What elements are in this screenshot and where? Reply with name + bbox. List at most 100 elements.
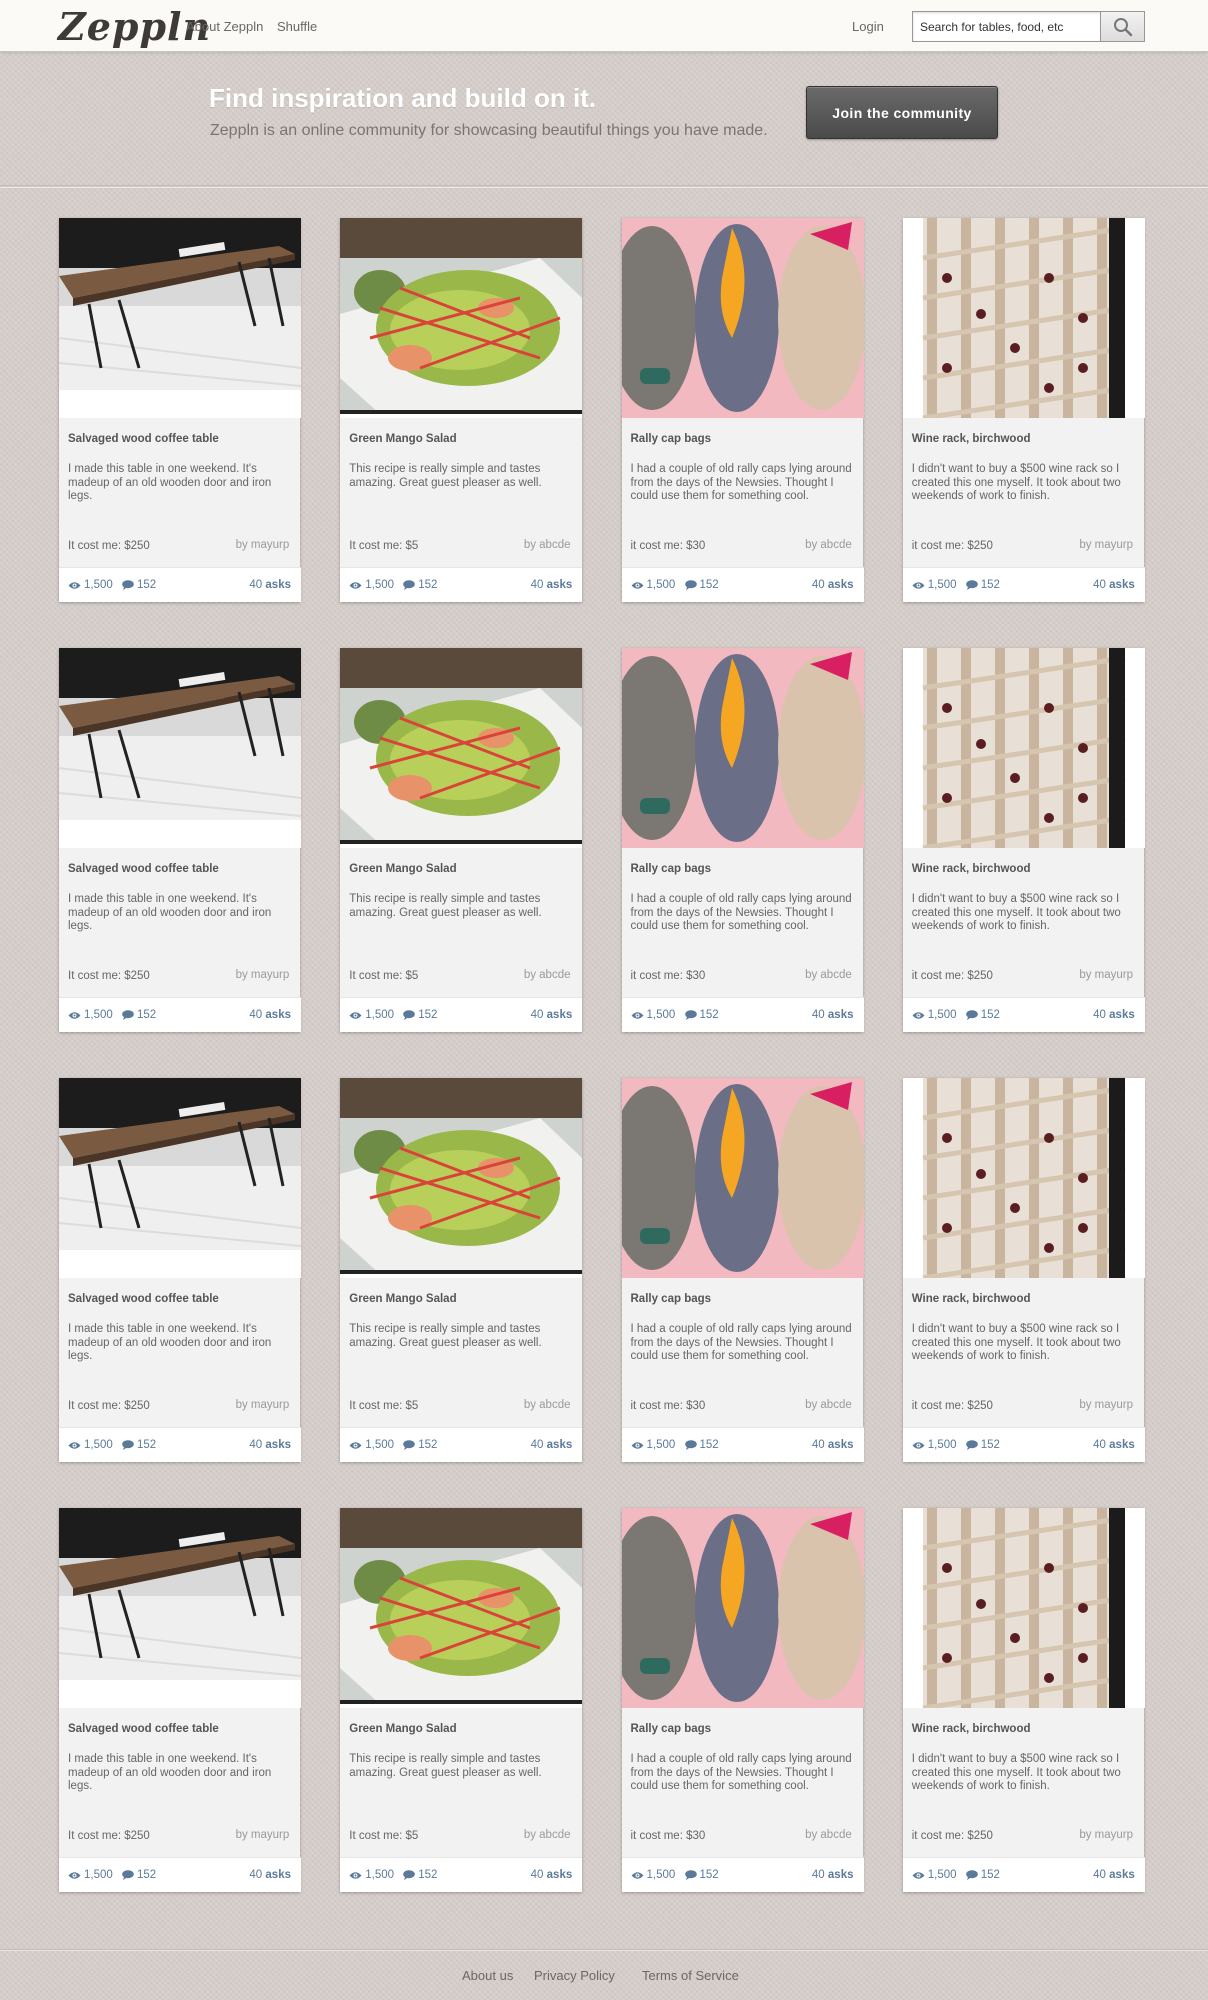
comments-stat[interactable]: 152 (684, 1869, 719, 1881)
comments-stat[interactable]: 152 (403, 1869, 437, 1881)
project-author[interactable]: by abcde (805, 1399, 852, 1411)
project-card[interactable]: Salvaged wood coffee table I made this t… (59, 648, 301, 1032)
project-title[interactable]: Rally cap bags (631, 1723, 712, 1735)
asks-stat[interactable]: 40 asks (531, 579, 573, 591)
asks-stat[interactable]: 40 asks (1093, 1869, 1135, 1881)
comments-stat[interactable]: 152 (403, 1439, 437, 1451)
footer-terms-link[interactable]: Terms of Service (642, 1968, 739, 1983)
asks-stat[interactable]: 40 asks (531, 1869, 573, 1881)
project-author[interactable]: by mayurp (236, 539, 290, 551)
project-card[interactable]: Wine rack, birchwood I didn't want to bu… (902, 648, 1145, 1032)
comments-stat[interactable]: 152 (965, 1869, 1000, 1881)
project-image[interactable] (59, 218, 301, 418)
project-title[interactable]: Rally cap bags (631, 863, 712, 875)
asks-stat[interactable]: 40 asks (1093, 1009, 1135, 1021)
project-author[interactable]: by mayurp (236, 969, 290, 981)
project-author[interactable]: by abcde (805, 1829, 852, 1841)
project-title[interactable]: Rally cap bags (631, 433, 712, 445)
project-image[interactable] (621, 1078, 864, 1278)
comments-stat[interactable]: 152 (122, 1439, 156, 1451)
project-author[interactable]: by abcde (524, 1399, 571, 1411)
project-card[interactable]: Salvaged wood coffee table I made this t… (59, 1078, 301, 1462)
nav-login-link[interactable]: Login (852, 19, 884, 34)
asks-stat[interactable]: 40 asks (812, 1439, 854, 1451)
project-title[interactable]: Green Mango Salad (349, 433, 456, 445)
project-image[interactable] (59, 648, 301, 848)
comments-stat[interactable]: 152 (684, 1439, 719, 1451)
project-author[interactable]: by abcde (524, 1829, 571, 1841)
comments-stat[interactable]: 152 (965, 1439, 1000, 1451)
comments-stat[interactable]: 152 (965, 1009, 1000, 1021)
project-title[interactable]: Green Mango Salad (349, 863, 456, 875)
project-author[interactable]: by abcde (805, 969, 852, 981)
project-card[interactable]: Rally cap bags I had a couple of old ral… (621, 218, 864, 602)
search-input[interactable] (912, 11, 1101, 42)
project-title[interactable]: Wine rack, birchwood (912, 1293, 1031, 1305)
asks-stat[interactable]: 40 asks (812, 579, 854, 591)
project-title[interactable]: Wine rack, birchwood (912, 1723, 1031, 1735)
project-image[interactable] (59, 1078, 301, 1278)
project-card[interactable]: Green Mango Salad This recipe is really … (340, 1508, 583, 1892)
asks-stat[interactable]: 40 asks (249, 579, 291, 591)
project-card[interactable]: Salvaged wood coffee table I made this t… (59, 218, 301, 602)
project-image[interactable] (902, 1078, 1145, 1278)
project-card[interactable]: Wine rack, birchwood I didn't want to bu… (902, 1508, 1145, 1892)
project-image[interactable] (340, 648, 583, 848)
asks-stat[interactable]: 40 asks (531, 1009, 573, 1021)
project-title[interactable]: Wine rack, birchwood (912, 863, 1031, 875)
project-image[interactable] (340, 218, 583, 418)
project-title[interactable]: Salvaged wood coffee table (68, 433, 219, 445)
project-image[interactable] (902, 218, 1145, 418)
project-card[interactable]: Rally cap bags I had a couple of old ral… (621, 648, 864, 1032)
asks-stat[interactable]: 40 asks (249, 1439, 291, 1451)
project-image[interactable] (340, 1508, 583, 1708)
project-card[interactable]: Rally cap bags I had a couple of old ral… (621, 1508, 864, 1892)
comments-stat[interactable]: 152 (122, 1009, 156, 1021)
project-card[interactable]: Rally cap bags I had a couple of old ral… (621, 1078, 864, 1462)
project-image[interactable] (340, 1078, 583, 1278)
project-author[interactable]: by mayurp (1079, 969, 1133, 981)
project-card[interactable]: Green Mango Salad This recipe is really … (340, 648, 583, 1032)
project-image[interactable] (621, 218, 864, 418)
comments-stat[interactable]: 152 (684, 1009, 719, 1021)
project-title[interactable]: Salvaged wood coffee table (68, 1723, 219, 1735)
project-card[interactable]: Green Mango Salad This recipe is really … (340, 218, 583, 602)
project-card[interactable]: Wine rack, birchwood I didn't want to bu… (902, 218, 1145, 602)
asks-stat[interactable]: 40 asks (1093, 579, 1135, 591)
project-author[interactable]: by mayurp (1079, 1829, 1133, 1841)
project-author[interactable]: by abcde (524, 539, 571, 551)
comments-stat[interactable]: 152 (403, 1009, 437, 1021)
footer-privacy-link[interactable]: Privacy Policy (534, 1968, 615, 1983)
asks-stat[interactable]: 40 asks (1093, 1439, 1135, 1451)
asks-stat[interactable]: 40 asks (812, 1869, 854, 1881)
join-community-button[interactable]: Join the community (806, 86, 998, 139)
project-card[interactable]: Wine rack, birchwood I didn't want to bu… (902, 1078, 1145, 1462)
project-card[interactable]: Green Mango Salad This recipe is really … (340, 1078, 583, 1462)
footer-about-link[interactable]: About us (462, 1968, 513, 1983)
comments-stat[interactable]: 152 (122, 579, 156, 591)
nav-shuffle-link[interactable]: Shuffle (277, 19, 317, 34)
project-author[interactable]: by mayurp (236, 1399, 290, 1411)
project-title[interactable]: Rally cap bags (631, 1293, 712, 1305)
comments-stat[interactable]: 152 (684, 579, 719, 591)
project-image[interactable] (59, 1508, 301, 1708)
project-card[interactable]: Salvaged wood coffee table I made this t… (59, 1508, 301, 1892)
project-title[interactable]: Salvaged wood coffee table (68, 863, 219, 875)
comments-stat[interactable]: 152 (403, 579, 437, 591)
asks-stat[interactable]: 40 asks (531, 1439, 573, 1451)
asks-stat[interactable]: 40 asks (249, 1009, 291, 1021)
project-title[interactable]: Green Mango Salad (349, 1293, 456, 1305)
asks-stat[interactable]: 40 asks (249, 1869, 291, 1881)
project-image[interactable] (902, 648, 1145, 848)
project-author[interactable]: by abcde (524, 969, 571, 981)
project-image[interactable] (621, 648, 864, 848)
search-button[interactable] (1100, 11, 1145, 42)
project-author[interactable]: by mayurp (1079, 539, 1133, 551)
comments-stat[interactable]: 152 (122, 1869, 156, 1881)
project-title[interactable]: Salvaged wood coffee table (68, 1293, 219, 1305)
project-image[interactable] (621, 1508, 864, 1708)
project-author[interactable]: by mayurp (1079, 1399, 1133, 1411)
project-author[interactable]: by mayurp (236, 1829, 290, 1841)
project-image[interactable] (902, 1508, 1145, 1708)
project-title[interactable]: Wine rack, birchwood (912, 433, 1031, 445)
